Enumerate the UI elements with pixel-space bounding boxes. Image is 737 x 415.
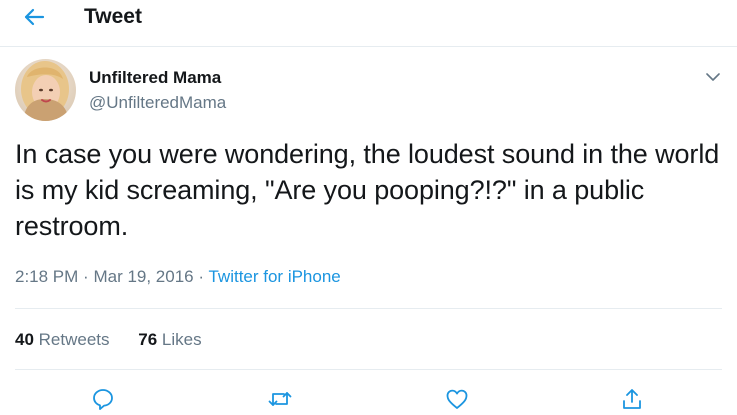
more-options-button[interactable] — [700, 66, 726, 88]
retweets-count-link[interactable]: 40 Retweets — [15, 330, 110, 350]
divider — [15, 308, 722, 309]
back-button[interactable] — [19, 4, 49, 30]
retweets-count: 40 — [15, 330, 34, 349]
meta-separator: · — [198, 267, 205, 286]
author-name[interactable]: Unfiltered Mama — [89, 68, 221, 88]
arrow-left-icon — [24, 8, 45, 26]
likes-count-link[interactable]: 76 Likes — [138, 330, 201, 350]
tweet-stats: 40 Retweets 76 Likes — [15, 330, 202, 350]
page-title: Tweet — [84, 5, 142, 28]
retweet-button[interactable] — [265, 385, 295, 413]
tweet-source-link[interactable]: Twitter for iPhone — [208, 267, 340, 286]
likes-label: Likes — [161, 330, 202, 349]
retweet-icon — [268, 392, 292, 406]
tweet-date[interactable]: Mar 19, 2016 — [93, 267, 193, 286]
tweet-time[interactable]: 2:18 PM — [15, 267, 78, 286]
tweet-text: In case you were wondering, the loudest … — [15, 139, 720, 241]
author-handle[interactable]: @UnfilteredMama — [89, 93, 226, 113]
divider — [15, 369, 722, 370]
retweets-label: Retweets — [38, 330, 110, 349]
avatar[interactable] — [15, 59, 76, 121]
like-icon — [446, 389, 468, 409]
meta-separator: · — [83, 267, 89, 286]
chevron-down-icon — [706, 72, 720, 81]
reply-button[interactable] — [88, 385, 118, 413]
reply-icon — [93, 389, 113, 410]
share-button[interactable] — [617, 385, 647, 413]
tweet-meta: 2:18 PM · Mar 19, 2016 · Twitter for iPh… — [15, 267, 341, 287]
likes-count: 76 — [138, 330, 158, 349]
top-bar: Tweet — [0, 0, 737, 47]
like-button[interactable] — [442, 385, 472, 413]
share-icon — [623, 389, 641, 409]
